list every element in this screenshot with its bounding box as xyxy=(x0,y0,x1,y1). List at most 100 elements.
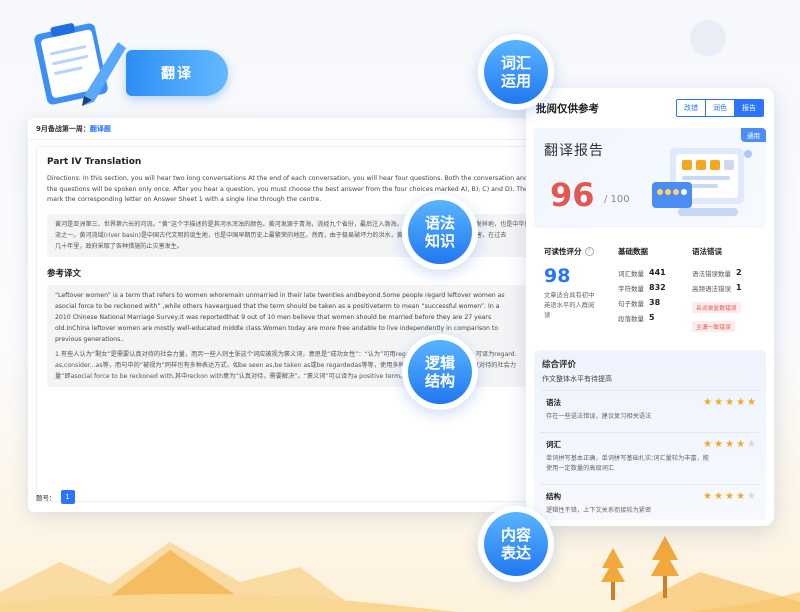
evaluation-item: 词汇 ★ ★ ★ ★ ★ 单词拼写基本正确，单词拼写基础扎实;词汇量较为丰富，能 使用一… xyxy=(540,432,760,478)
bubble-vocab: 词汇 运用 xyxy=(478,34,554,110)
star-rating: ★ ★ ★ ★ ★ xyxy=(703,438,756,450)
report-title: 翻译报告 xyxy=(544,143,604,159)
stat-key: 高频语法错误 xyxy=(692,284,731,293)
stat-row: 语法错误数量 2 xyxy=(692,265,766,280)
reference-translation-title: 参考译文 xyxy=(47,268,82,279)
star-rating: ★ ★ ★ ★ ★ xyxy=(703,396,756,408)
bubble-text: 运用 xyxy=(500,72,531,90)
stat-key: 词汇数量 xyxy=(618,269,644,278)
report-hero: 通用 翻译报告 96 / 100 xyxy=(534,128,766,228)
evaluation-summary: 作文整体水平有待提高 xyxy=(542,375,612,383)
directions-line: Directions: In this section, you will he… xyxy=(47,175,528,182)
bubble-text: 词汇 xyxy=(500,54,531,72)
star-filled-icon: ★ xyxy=(703,396,713,408)
star-empty-icon: ★ xyxy=(747,490,756,502)
directions-line: the questions will be spoken only once. … xyxy=(47,185,533,193)
stat-row: 句子数量 38 xyxy=(618,295,692,310)
doc-breadcrumb-prefix: 9月备战第一周： xyxy=(36,124,90,133)
overall-evaluation: 综合评价 作文整体水平有待提高 语法 ★ ★ ★ ★ ★ 存在一些语法错误，建议复习相关… xyxy=(534,350,766,520)
star-filled-icon: ★ xyxy=(703,490,713,502)
evaluation-desc-line: 单词拼写基本正确，单词拼写基础扎实;词汇量较为丰富，能 xyxy=(546,455,709,462)
evaluation-item: 语法 ★ ★ ★ ★ ★ 存在一些语法错误，建议复习相关语法 xyxy=(540,390,760,426)
star-empty-icon: ★ xyxy=(747,438,756,450)
evaluation-item-desc: 逻辑性不错，上下文关系衔接较为紧密 xyxy=(546,506,756,516)
star-filled-icon: ★ xyxy=(725,490,735,502)
basic-data-column: 基础数据 词汇数量 441 字符数量 832 句子数量 38 段落数量 5 xyxy=(618,246,692,333)
bubble-text: 结构 xyxy=(424,372,455,390)
bubble-text: 内容 xyxy=(500,526,531,544)
bg-decor-circle xyxy=(690,20,726,56)
evaluation-desc-line: 逻辑性不错，上下文关系衔接较为紧密 xyxy=(546,507,652,514)
stat-row: 高频语法错误 1 xyxy=(692,280,766,295)
tab-correct[interactable]: 改错 xyxy=(677,100,706,116)
report-illustration-icon xyxy=(652,148,752,216)
readability-score: 98 xyxy=(544,265,571,287)
bubble-content: 内容 表达 xyxy=(478,506,554,582)
doc-breadcrumb-link[interactable]: 翻译题 xyxy=(90,124,111,134)
star-filled-icon: ★ xyxy=(736,438,746,450)
stat-row: 字符数量 832 xyxy=(618,280,692,295)
evaluation-item-name: 结构 xyxy=(546,492,561,501)
readability-desc-line: 读 xyxy=(544,312,551,319)
total-score: 96 xyxy=(550,176,595,214)
stat-key: 段落数量 xyxy=(618,314,644,323)
tree-icon xyxy=(601,548,625,600)
report-panel: 批阅仅供参考 改错 润色 报告 通用 翻译报告 96 / 100 可读性评分 ?… xyxy=(526,88,774,526)
evaluation-item-name: 词汇 xyxy=(546,440,561,449)
help-icon[interactable]: ? xyxy=(584,247,594,256)
star-filled-icon: ★ xyxy=(703,438,713,450)
directions-line: mark the corresponding letter on Answer … xyxy=(47,196,322,203)
star-filled-icon: ★ xyxy=(714,490,724,502)
bubble-text: 表达 xyxy=(500,544,531,562)
evaluation-item-desc: 存在一些语法错误，建议复习相关语法 xyxy=(546,412,756,422)
error-tag[interactable]: 主谓一致错误 xyxy=(692,321,735,332)
tree-icon xyxy=(651,536,679,598)
readability-column: 可读性评分 ? 98 文章适合具有初中 英语水平的人群阅 读 xyxy=(544,246,618,333)
question-pager: 题号： 1 xyxy=(36,490,75,504)
basic-data-label: 基础数据 xyxy=(618,247,648,256)
report-panel-title: 批阅仅供参考 xyxy=(536,102,599,115)
page-number-button[interactable]: 1 xyxy=(60,490,75,504)
readability-desc-line: 文章适合具有初中 xyxy=(544,292,595,299)
star-filled-icon: ★ xyxy=(714,396,724,408)
evaluation-title: 综合评价 xyxy=(542,360,577,370)
stat-row: 词汇数量 441 xyxy=(618,265,692,280)
star-filled-icon: ★ xyxy=(736,490,746,502)
star-filled-icon: ★ xyxy=(725,438,735,450)
readability-label: 可读性评分 xyxy=(544,247,582,256)
grammar-error-label: 语法错误 xyxy=(692,247,722,256)
stat-key: 语法错误数量 xyxy=(692,269,731,278)
bubble-grammar: 语法 知识 xyxy=(402,194,478,270)
star-filled-icon: ★ xyxy=(747,396,756,408)
translation-line: “Leftover women” is a term that refers t… xyxy=(55,291,505,299)
stat-value: 1 xyxy=(736,283,742,292)
readability-desc-line: 英语水平的人群阅 xyxy=(544,302,595,309)
stat-key: 字符数量 xyxy=(618,284,644,293)
readability-desc: 文章适合具有初中 英语水平的人群阅 读 xyxy=(544,291,618,321)
tab-report[interactable]: 报告 xyxy=(735,100,763,116)
translation-tag: 翻译 xyxy=(126,50,228,96)
stat-value: 441 xyxy=(649,268,666,277)
stat-value: 5 xyxy=(649,313,655,322)
stat-key: 句子数量 xyxy=(618,299,644,308)
tab-polish[interactable]: 润色 xyxy=(706,100,735,116)
document-card: 9月备战第一周： 翻译题 Part IV Translation Directi… xyxy=(28,118,546,512)
evaluation-item: 结构 ★ ★ ★ ★ ★ 逻辑性不错，上下文关系衔接较为紧密 xyxy=(540,484,760,520)
stat-value: 38 xyxy=(649,298,661,307)
translation-line: old.InChina leftover women are mostly we… xyxy=(55,324,499,332)
evaluation-item-desc: 单词拼写基本正确，单词拼写基础扎实;词汇量较为丰富，能 使用一定数量的高级词汇 xyxy=(546,454,756,474)
report-tabs: 改错 润色 报告 xyxy=(676,99,764,117)
bubble-text: 逻辑 xyxy=(424,354,455,372)
pager-label: 题号： xyxy=(36,494,56,502)
evaluation-item-name: 语法 xyxy=(546,398,561,407)
hills-illustration xyxy=(0,542,800,612)
stat-row: 段落数量 5 xyxy=(618,310,692,325)
stats-section: 可读性评分 ? 98 文章适合具有初中 英语水平的人群阅 读 基础数据 词汇数量… xyxy=(544,246,766,333)
bubble-text: 语法 xyxy=(424,214,455,232)
part-title: Part IV Translation xyxy=(47,157,142,167)
star-rating: ★ ★ ★ ★ ★ xyxy=(703,490,756,502)
translation-line: 2010 Chinese National Marriage Survey,it… xyxy=(55,313,492,321)
doc-content-area: Part IV Translation Directions: In this … xyxy=(36,146,546,502)
general-badge: 通用 xyxy=(741,128,766,142)
error-tag[interactable]: 名词单复数错误 xyxy=(692,302,741,313)
